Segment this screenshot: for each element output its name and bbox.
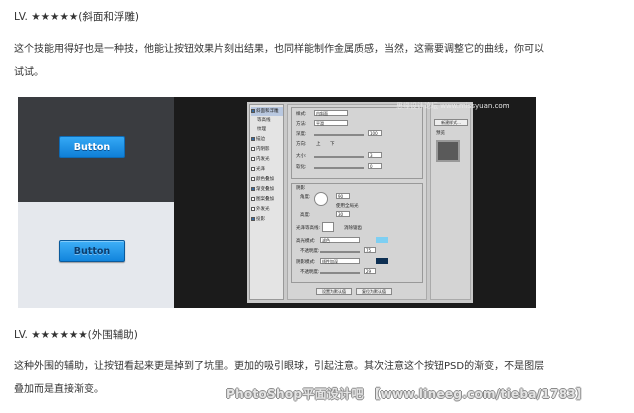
section2-title: LV. ★★★★★★(外围辅助): [14, 329, 138, 341]
global-light-checkbox[interactable]: 使用全局光: [336, 203, 359, 209]
highlight-color-swatch[interactable]: [376, 237, 388, 243]
style-item[interactable]: 外发光: [251, 205, 283, 214]
soften-input[interactable]: 0: [368, 163, 382, 169]
demo-button-embossed: Button: [59, 240, 125, 262]
highlight-mode-select[interactable]: 滤色: [320, 237, 360, 243]
contour-icon[interactable]: [322, 222, 334, 232]
checkbox-icon: [251, 176, 255, 181]
style-item[interactable]: 投影: [251, 215, 283, 224]
style-select[interactable]: 内斜面: [314, 110, 348, 116]
checkbox-icon: [251, 206, 255, 211]
dialog-actions-panel: 新建样式... 预览: [430, 104, 471, 300]
style-item[interactable]: 图案叠加: [251, 195, 283, 204]
soften-slider[interactable]: [314, 167, 364, 169]
article: LV. ★★★★★(斜面和浮雕) 这个技能用得好也是一种技，他能让按钮效果片刻出…: [0, 0, 634, 413]
anti-alias-checkbox[interactable]: 消除锯齿: [344, 225, 362, 231]
checkbox-icon: [251, 166, 255, 171]
layer-style-dialog: 斜面和浮雕 等高线 纹理 描边 内阴影 内发光 光泽 颜色叠加 渐变叠加 图案叠…: [247, 102, 473, 303]
style-item[interactable]: 描边: [251, 135, 283, 144]
size-input[interactable]: 3: [368, 152, 382, 158]
shadow-color-swatch[interactable]: [376, 258, 388, 264]
preview-swatch: [436, 140, 460, 162]
style-item[interactable]: 内阴影: [251, 145, 283, 154]
shadow-mode-select[interactable]: 线性加深: [320, 258, 360, 264]
demo-button-flat: Button: [59, 136, 125, 158]
paragraph-line: 这个技能用得好也是一种技，他能让按钮效果片刻出结果，也同样能制作金属质感，当然，…: [14, 44, 544, 55]
method-select[interactable]: 平滑: [314, 120, 348, 126]
make-default-button[interactable]: 设置为默认值: [316, 288, 352, 295]
paragraph-line: 这种外围的辅助，让按钮看起来更是掉到了坑里。更加的吸引眼球，引起注意。其次注意这…: [14, 361, 545, 372]
watermark-bottom: PhotoShop平面设计吧 【www.lineeg.com/tieba/178…: [226, 387, 589, 401]
demo-dark-panel: Button: [18, 97, 174, 202]
checkbox-icon: [251, 186, 255, 191]
style-item[interactable]: 等高线: [251, 116, 283, 125]
preview-checkbox[interactable]: 预览: [436, 130, 445, 136]
shadow-opacity-input[interactable]: 29: [364, 268, 376, 274]
checkbox-icon: [251, 146, 255, 151]
style-list: 斜面和浮雕 等高线 纹理 描边 内阴影 内发光 光泽 颜色叠加 渐变叠加 图案叠…: [249, 104, 284, 300]
style-item[interactable]: 颜色叠加: [251, 175, 283, 184]
checkbox-icon: [251, 196, 255, 201]
shading-group: 阴影 角度: 90 使用全局光 高度: 30 光泽等高线: 消除锯齿 高光模式:…: [291, 183, 423, 283]
checkbox-icon: [251, 108, 255, 113]
depth-slider[interactable]: [314, 134, 364, 136]
demo-light-panel: Button: [18, 202, 174, 308]
altitude-input[interactable]: 30: [336, 211, 350, 217]
direction-up-radio[interactable]: 上: [316, 141, 321, 147]
section1-title: LV. ★★★★★(斜面和浮雕): [14, 11, 139, 23]
angle-input[interactable]: 90: [336, 193, 350, 199]
style-item[interactable]: 斜面和浮雕: [251, 107, 283, 116]
structure-group: 样式: 内斜面 方法: 平滑 深度: 100 方向: 上 下 大小: 3 软化:…: [291, 107, 423, 179]
paragraph-line: 试试。: [14, 67, 44, 78]
section1-paragraph: 这个技能用得好也是一种技，他能让按钮效果片刻出结果，也同样能制作金属质感，当然，…: [14, 38, 574, 84]
new-style-button[interactable]: 新建样式...: [434, 119, 468, 126]
highlight-opacity-input[interactable]: 75: [364, 247, 376, 253]
size-slider[interactable]: [314, 156, 364, 158]
checkbox-icon: [251, 136, 255, 141]
angle-dial-icon[interactable]: [314, 192, 328, 206]
tutorial-figure: Button Button 斜面和浮雕 等高线 纹理 描边 内阴影 内发光 光泽…: [18, 97, 536, 308]
style-item[interactable]: 渐变叠加: [251, 185, 283, 194]
depth-input[interactable]: 100: [368, 130, 382, 136]
checkbox-icon: [251, 156, 255, 161]
style-item[interactable]: 纹理: [251, 125, 283, 134]
checkbox-icon: [251, 216, 255, 221]
style-item[interactable]: 光泽: [251, 165, 283, 174]
watermark-top: 思缘设计论坛 www.missyuan.com: [396, 102, 510, 110]
style-settings-panel: 样式: 内斜面 方法: 平滑 深度: 100 方向: 上 下 大小: 3 软化:…: [287, 104, 427, 300]
highlight-opacity-slider[interactable]: [320, 251, 360, 253]
reset-default-button[interactable]: 复位为默认值: [356, 288, 392, 295]
direction-down-radio[interactable]: 下: [330, 141, 335, 147]
style-item[interactable]: 内发光: [251, 155, 283, 164]
shadow-opacity-slider[interactable]: [320, 272, 360, 274]
